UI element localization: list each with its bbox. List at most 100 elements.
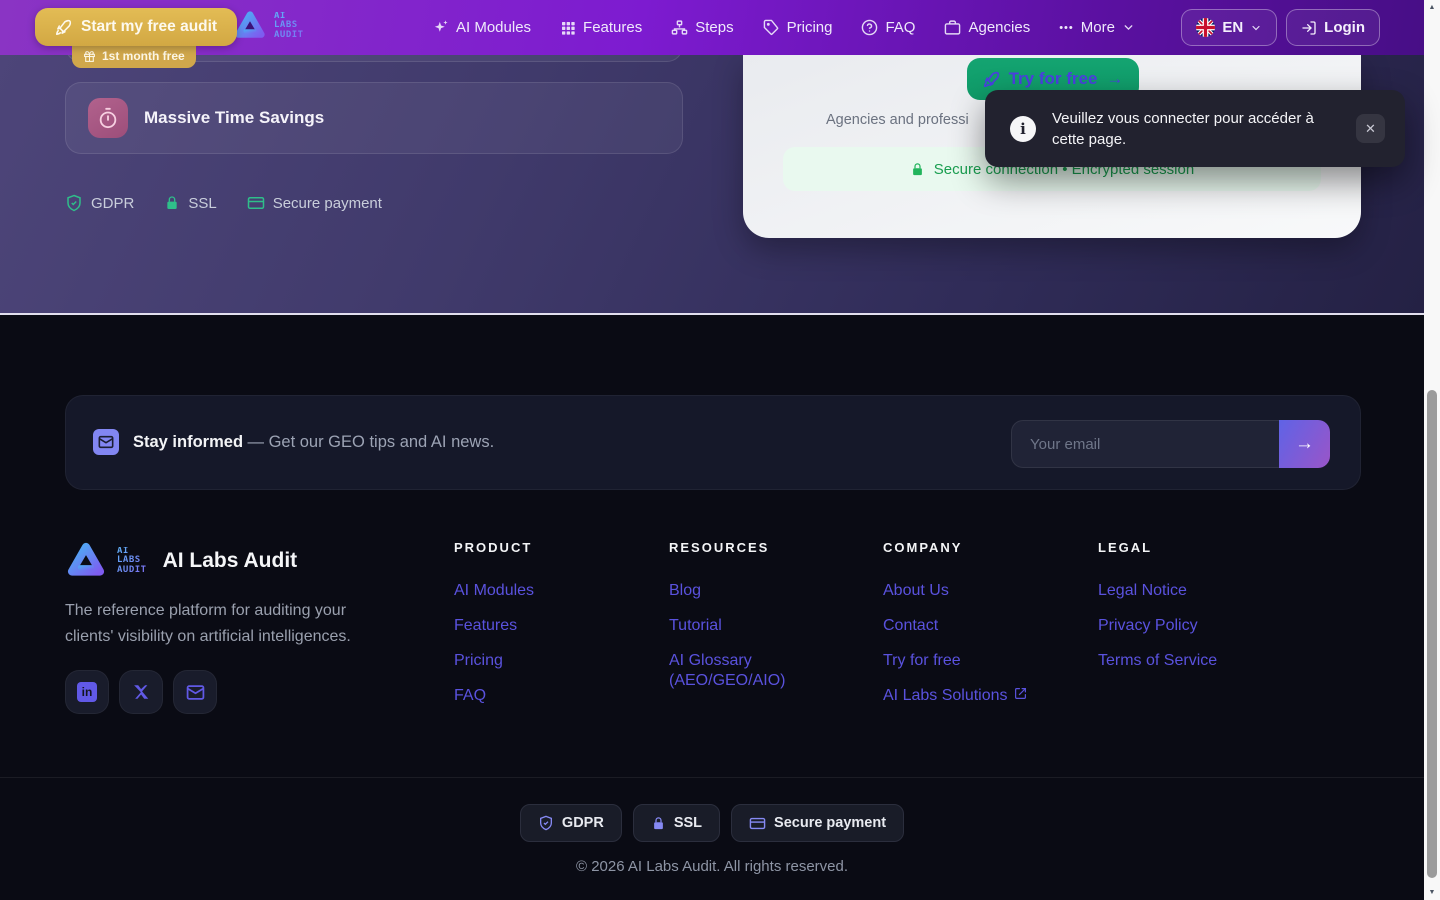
- feature-card-title: Massive Time Savings: [144, 108, 324, 128]
- close-toast-button[interactable]: ✕: [1356, 114, 1385, 143]
- column-title: PRODUCT: [454, 540, 534, 555]
- briefcase-icon: [944, 19, 961, 36]
- secure-payment-badge: Secure payment: [731, 804, 904, 842]
- newsletter-subtitle: — Get our GEO tips and AI news.: [247, 433, 494, 451]
- brand-wordmark: AILABSAUDIT: [274, 12, 304, 41]
- footer-link-ai-modules[interactable]: AI Modules: [454, 581, 534, 601]
- footer-link-about-us[interactable]: About Us: [883, 581, 1027, 601]
- nav-item-label: Steps: [695, 19, 733, 36]
- footer-brand-name: AI Labs Audit: [163, 549, 298, 573]
- nav-item-features[interactable]: Features: [560, 19, 642, 36]
- footer-link-ai-labs-solutions[interactable]: AI Labs Solutions: [883, 686, 1027, 706]
- footer-link-faq[interactable]: FAQ: [454, 686, 534, 706]
- lock-icon: [164, 195, 180, 211]
- sparkles-icon: [432, 19, 449, 36]
- nav-item-steps[interactable]: Steps: [671, 19, 733, 36]
- login-icon: [1301, 20, 1317, 36]
- x-twitter-button[interactable]: [119, 670, 163, 714]
- footer-link-contact[interactable]: Contact: [883, 616, 1027, 636]
- badge-label: SSL: [674, 815, 702, 831]
- column-title: LEGAL: [1098, 540, 1217, 555]
- column-title: RESOURCES: [669, 540, 829, 555]
- linkedin-icon: in: [77, 682, 97, 702]
- start-audit-button[interactable]: Start my free audit: [35, 8, 237, 46]
- newsletter-submit-button[interactable]: →: [1279, 420, 1330, 468]
- stopwatch-icon: [88, 98, 128, 138]
- nav-item-more[interactable]: ••• More: [1059, 19, 1135, 36]
- footer-column-legal: LEGAL Legal Notice Privacy Policy Terms …: [1098, 540, 1217, 671]
- footer-link-features[interactable]: Features: [454, 616, 534, 636]
- footer-link-blog[interactable]: Blog: [669, 581, 829, 601]
- footer-column-company: COMPANY About Us Contact Try for free AI…: [883, 540, 1027, 706]
- question-icon: [861, 19, 878, 36]
- email-button[interactable]: [173, 670, 217, 714]
- email-input[interactable]: [1011, 420, 1279, 468]
- first-month-free-label: 1st month free: [102, 49, 185, 63]
- grid-icon: [560, 20, 576, 36]
- social-links: in: [65, 670, 395, 714]
- nav-item-pricing[interactable]: Pricing: [763, 19, 833, 36]
- shield-check-icon: [538, 815, 554, 831]
- language-selector[interactable]: EN: [1181, 9, 1277, 46]
- nav-item-ai-modules[interactable]: AI Modules: [432, 19, 531, 36]
- login-button[interactable]: Login: [1286, 9, 1380, 46]
- scroll-up-icon[interactable]: ▲: [1424, 4, 1440, 11]
- copyright-text: © 2026 AI Labs Audit. All rights reserve…: [0, 858, 1424, 875]
- rocket-icon: [55, 19, 72, 36]
- footer-link-privacy-policy[interactable]: Privacy Policy: [1098, 616, 1217, 636]
- footer-link-tutorial[interactable]: Tutorial: [669, 616, 829, 636]
- footer-column-resources: RESOURCES Blog Tutorial AI Glossary (AEO…: [669, 540, 829, 691]
- try-for-free-label: Try for free: [1009, 69, 1098, 89]
- nav-right-cluster: EN Login: [1181, 9, 1380, 46]
- vertical-scrollbar[interactable]: ▲ ▼: [1424, 0, 1440, 900]
- rocket-icon: [983, 71, 1000, 88]
- linkedin-button[interactable]: in: [65, 670, 109, 714]
- lock-icon: [910, 162, 925, 177]
- newsletter-form: →: [1011, 420, 1330, 468]
- nav-item-label: Features: [583, 19, 642, 36]
- brand-logo[interactable]: AILABSAUDIT: [233, 9, 304, 43]
- trust-ssl-label: SSL: [188, 195, 216, 212]
- footer-link-terms[interactable]: Terms of Service: [1098, 651, 1217, 671]
- external-link-icon: [1014, 686, 1027, 706]
- newsletter-title: Stay informed: [133, 433, 243, 451]
- nav-item-label: Agencies: [968, 19, 1030, 36]
- page: Massive Time Savings GDPR SSL Se: [0, 0, 1440, 900]
- footer-link-pricing[interactable]: Pricing: [454, 651, 534, 671]
- nav-item-label: FAQ: [885, 19, 915, 36]
- toast-message: Veuillez vous connecter pour accéder à c…: [1052, 108, 1334, 150]
- footer-badges-row: GDPR SSL Secure payment: [0, 804, 1424, 842]
- nav-item-label: AI Modules: [456, 19, 531, 36]
- credit-card-icon: [749, 815, 766, 832]
- x-icon: [132, 683, 150, 701]
- arrow-right-icon: →: [1106, 69, 1123, 89]
- footer-description: The reference platform for auditing your…: [65, 598, 395, 650]
- info-icon: i: [1010, 116, 1036, 142]
- trust-ssl: SSL: [164, 195, 216, 212]
- footer-brand: AILABSAUDIT AI Labs Audit The reference …: [65, 540, 395, 714]
- feature-card-time-savings: Massive Time Savings: [65, 82, 683, 154]
- footer-link-label: AI Labs Solutions: [883, 687, 1008, 704]
- nav-item-faq[interactable]: FAQ: [861, 19, 915, 36]
- column-title: COMPANY: [883, 540, 1027, 555]
- uk-flag-icon: [1196, 18, 1215, 37]
- footer-link-ai-glossary[interactable]: AI Glossary (AEO/GEO/AIO): [669, 651, 829, 691]
- footer-divider: [0, 777, 1424, 778]
- trust-gdpr-label: GDPR: [91, 195, 134, 212]
- footer-section: Stay informed — Get our GEO tips and AI …: [0, 313, 1424, 900]
- badge-label: Secure payment: [774, 815, 886, 831]
- nav-item-label: Pricing: [787, 19, 833, 36]
- first-month-free-badge: 1st month free: [72, 44, 196, 68]
- gdpr-badge: GDPR: [520, 804, 622, 842]
- scrollbar-thumb[interactable]: [1427, 390, 1437, 878]
- lock-icon: [651, 816, 666, 831]
- footer-link-legal-notice[interactable]: Legal Notice: [1098, 581, 1217, 601]
- brand-wordmark: AILABSAUDIT: [117, 547, 147, 576]
- ai-labs-logo-icon: [65, 540, 107, 582]
- footer-link-try-for-free[interactable]: Try for free: [883, 651, 1027, 671]
- badge-label: GDPR: [562, 815, 604, 831]
- ssl-badge: SSL: [633, 804, 720, 842]
- scroll-down-icon[interactable]: ▼: [1424, 889, 1440, 896]
- footer-column-product: PRODUCT AI Modules Features Pricing FAQ: [454, 540, 534, 706]
- nav-item-agencies[interactable]: Agencies: [944, 19, 1030, 36]
